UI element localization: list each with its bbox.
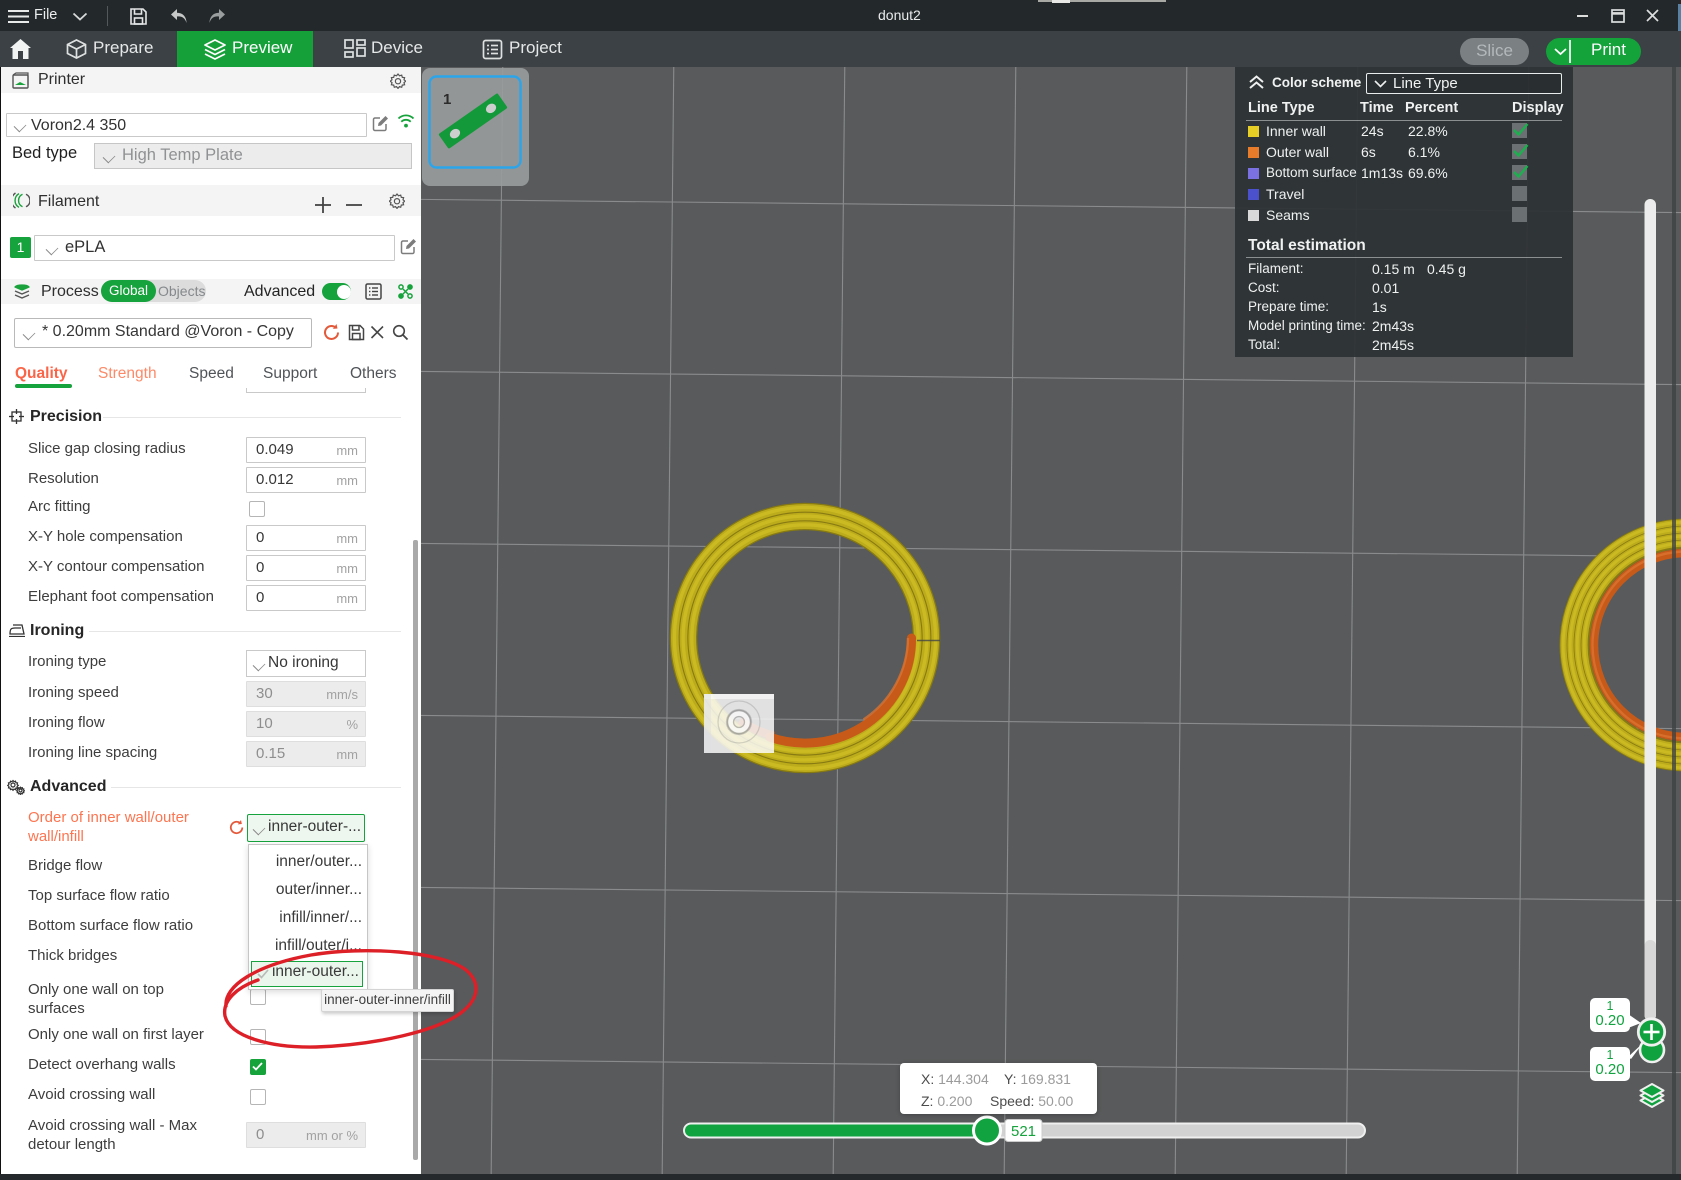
svg-text:521: 521: [1011, 1123, 1036, 1140]
svg-text:1: 1: [443, 91, 451, 108]
